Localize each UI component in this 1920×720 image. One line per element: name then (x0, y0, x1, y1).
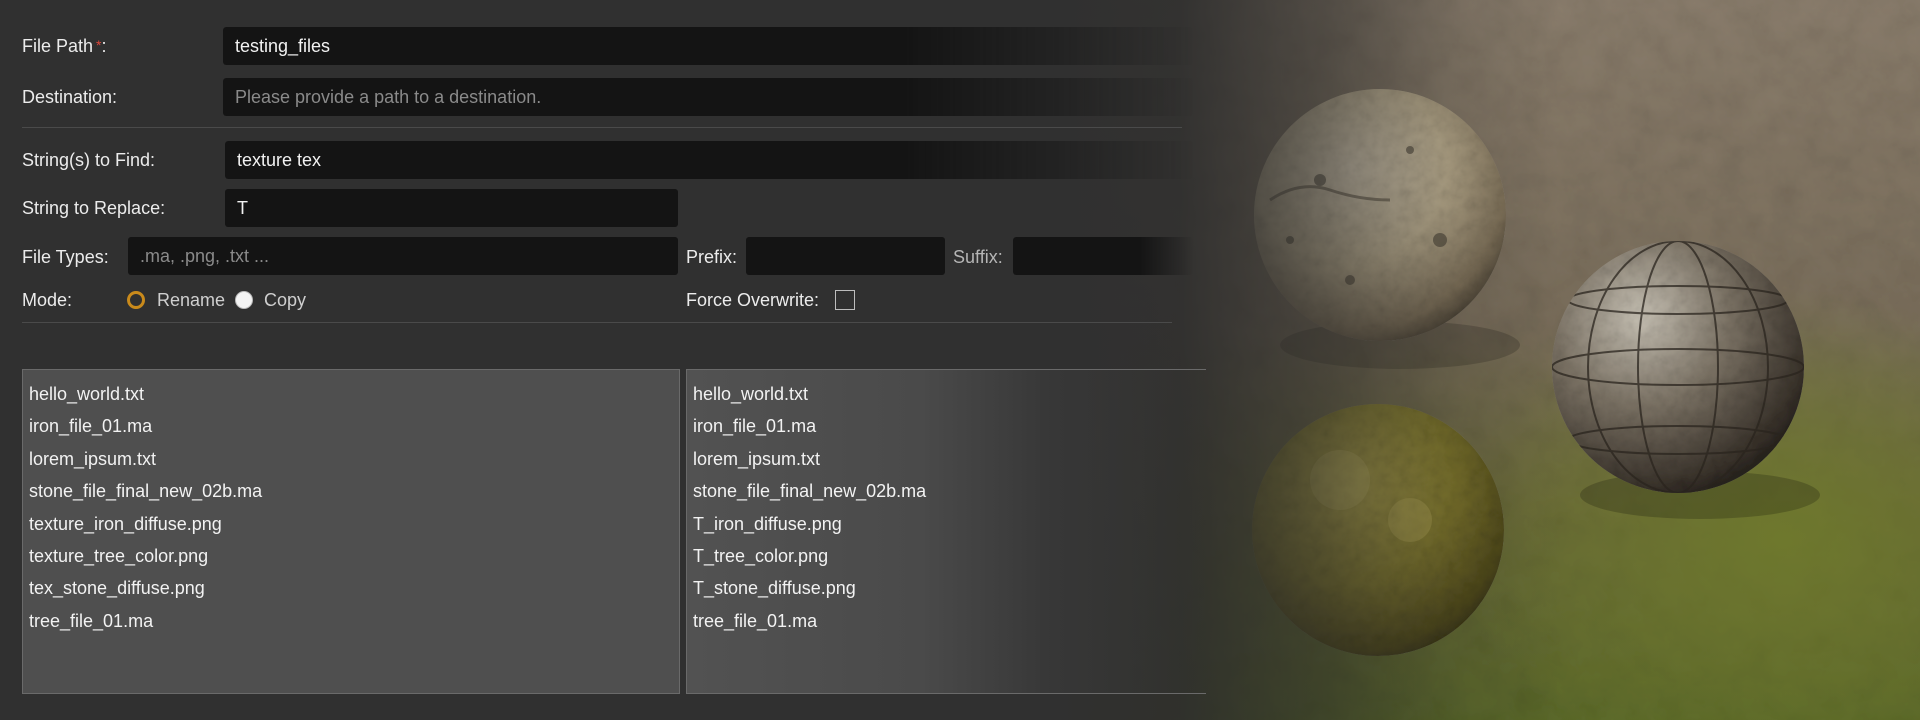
result-file-list[interactable]: hello_world.txt iron_file_01.ma lorem_ipsu… (686, 369, 1206, 694)
list-item[interactable]: texture_iron_diffuse.png (23, 508, 679, 540)
list-item[interactable]: stone_file_final_new_02b.ma (23, 475, 679, 507)
divider-top (22, 127, 1182, 128)
list-item[interactable]: T_stone_diffuse.png (687, 572, 1206, 604)
file-path-input[interactable]: testing_files (223, 27, 1193, 65)
list-item[interactable]: iron_file_01.ma (687, 410, 1206, 442)
mode-rename-label[interactable]: Rename (157, 290, 225, 311)
list-item[interactable]: iron_file_01.ma (23, 410, 679, 442)
mode-copy-radio[interactable] (235, 291, 253, 309)
list-item[interactable]: tree_file_01.ma (687, 605, 1206, 637)
list-item[interactable]: T_tree_color.png (687, 540, 1206, 572)
list-item[interactable]: lorem_ipsum.txt (687, 443, 1206, 475)
file-path-label: File Path *: (22, 36, 107, 56)
file-types-input[interactable]: .ma, .png, .txt ... (128, 237, 678, 275)
list-item[interactable]: lorem_ipsum.txt (23, 443, 679, 475)
strings-to-find-input[interactable]: texture tex (225, 141, 1193, 179)
file-types-label: File Types: (22, 247, 109, 267)
list-item[interactable]: texture_tree_color.png (23, 540, 679, 572)
source-file-list[interactable]: hello_world.txt iron_file_01.ma lorem_ipsu… (22, 369, 680, 694)
suffix-label: Suffix: (953, 247, 1003, 267)
string-to-replace-label: String to Replace: (22, 198, 166, 218)
string-to-replace-input[interactable]: T (225, 189, 678, 227)
required-marker: * (96, 37, 102, 53)
strings-to-find-label: String(s) to Find: (22, 150, 156, 170)
list-item[interactable]: tex_stone_diffuse.png (23, 572, 679, 604)
suffix-input[interactable] (1013, 237, 1193, 275)
prefix-input[interactable] (746, 237, 945, 275)
destination-label: Destination: (22, 87, 118, 107)
force-overwrite-checkbox[interactable] (835, 290, 855, 310)
divider-bottom (22, 322, 1172, 323)
list-item[interactable]: T_iron_diffuse.png (687, 508, 1206, 540)
mode-copy-label[interactable]: Copy (264, 290, 306, 311)
list-item[interactable]: hello_world.txt (23, 378, 679, 410)
force-overwrite-label: Force Overwrite: (686, 290, 820, 310)
list-item[interactable]: stone_file_final_new_02b.ma (687, 475, 1206, 507)
list-item[interactable]: tree_file_01.ma (23, 605, 679, 637)
prefix-label: Prefix: (686, 247, 738, 267)
mode-label: Mode: (22, 290, 73, 310)
destination-input[interactable]: Please provide a path to a destination. (223, 78, 1193, 116)
list-item[interactable]: hello_world.txt (687, 378, 1206, 410)
mode-rename-radio[interactable] (127, 291, 145, 309)
